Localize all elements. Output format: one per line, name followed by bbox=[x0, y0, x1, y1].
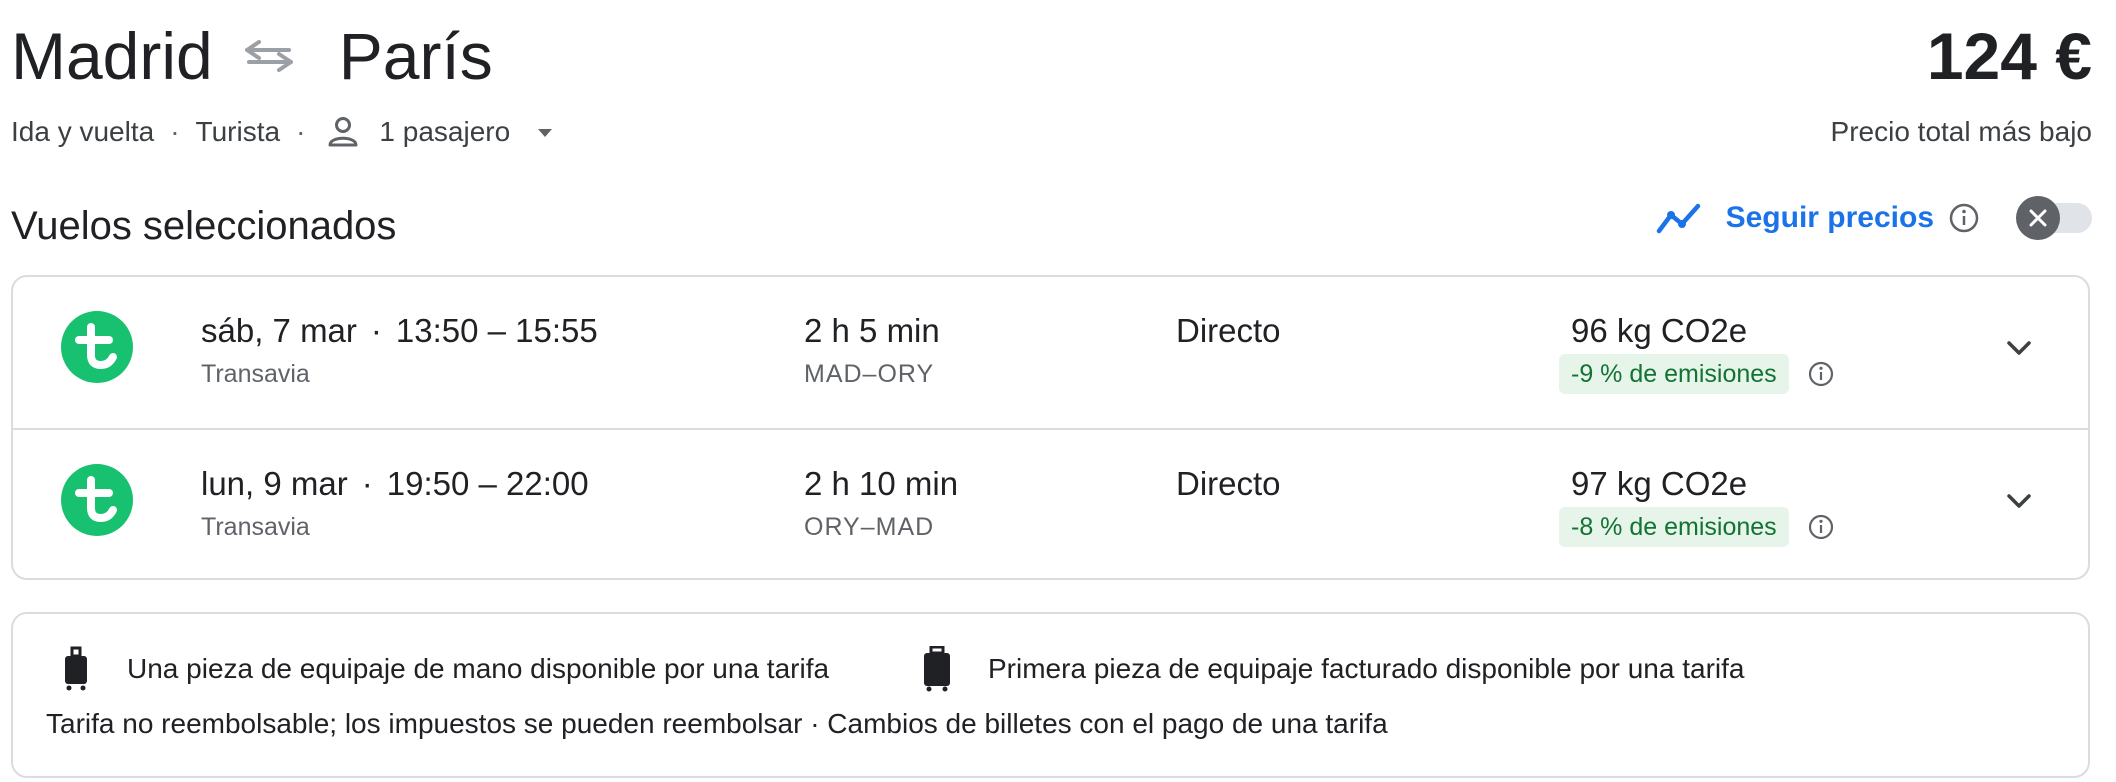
passengers-dropdown[interactable]: 1 pasajero bbox=[321, 114, 560, 150]
separator-dot: · bbox=[170, 116, 180, 147]
toggle-knob bbox=[2016, 196, 2060, 240]
transavia-logo-icon bbox=[61, 464, 133, 536]
info-icon[interactable] bbox=[1807, 360, 1835, 388]
trip-options: Ida y vuelta · Turista · 1 pasajero bbox=[11, 114, 560, 150]
emissions-badge: -8 % de emisiones bbox=[1559, 507, 1789, 547]
flight-route: MAD–ORY bbox=[804, 360, 935, 388]
flight-row[interactable]: sáb, 7 mar · 13:50 – 15:55 Transavia 2 h 5… bbox=[13, 277, 2088, 428]
flight-duration: 2 h 5 min bbox=[804, 312, 940, 349]
flight-duration: 2 h 10 min bbox=[804, 465, 959, 502]
flight-stops: Directo bbox=[1176, 312, 1281, 349]
passenger-count: 1 pasajero bbox=[379, 116, 511, 147]
info-icon[interactable] bbox=[1807, 513, 1835, 541]
cabin-class: Turista bbox=[195, 116, 281, 147]
price-label: Precio total más bajo bbox=[1830, 116, 2092, 147]
trip-type: Ida y vuelta bbox=[11, 116, 155, 147]
section-title: Vuelos seleccionados bbox=[11, 204, 397, 248]
flight-summary-page: Madrid París 124 € Precio total más bajo… bbox=[0, 0, 2116, 782]
trend-line-icon bbox=[1656, 203, 1700, 234]
track-prices-link[interactable]: Seguir precios bbox=[1726, 201, 1934, 235]
co2-emissions: 96 kg CO2e bbox=[1571, 312, 1748, 349]
swap-arrows-icon bbox=[244, 40, 293, 72]
checked-bag-icon bbox=[924, 646, 950, 692]
route-title: Madrid París bbox=[11, 18, 493, 94]
carry-on-info: Una pieza de equipaje de mano disponible… bbox=[57, 646, 829, 692]
airline-name: Transavia bbox=[201, 360, 310, 388]
carry-on-bag-icon bbox=[65, 646, 87, 691]
flight-route: ORY–MAD bbox=[804, 513, 935, 541]
co2-emissions: 97 kg CO2e bbox=[1571, 465, 1748, 502]
flight-datetime: lun, 9 mar · 19:50 – 22:00 bbox=[201, 465, 589, 502]
baggage-info-card: Una pieza de equipaje de mano disponible… bbox=[11, 612, 2090, 778]
flight-times: 13:50 – 15:55 bbox=[395, 312, 598, 349]
flight-datetime: sáb, 7 mar · 13:50 – 15:55 bbox=[201, 312, 598, 349]
chevron-down-icon[interactable] bbox=[2001, 330, 2037, 366]
price-tracking: Seguir precios bbox=[1656, 196, 2092, 240]
destination-city: París bbox=[338, 19, 493, 93]
origin-city: Madrid bbox=[11, 19, 213, 93]
emissions-badge: -9 % de emisiones bbox=[1559, 354, 1789, 394]
track-prices-toggle[interactable] bbox=[2016, 196, 2092, 240]
flight-times: 19:50 – 22:00 bbox=[386, 465, 589, 502]
caret-down-icon bbox=[538, 129, 553, 137]
fare-conditions: Tarifa no reembolsable; los impuestos se… bbox=[46, 708, 1388, 739]
flight-date: lun, 9 mar bbox=[201, 465, 348, 502]
info-icon[interactable] bbox=[1948, 202, 1980, 234]
airline-name: Transavia bbox=[201, 513, 310, 541]
selected-flights-card: sáb, 7 mar · 13:50 – 15:55 Transavia 2 h 5… bbox=[11, 275, 2090, 580]
carry-on-text: Una pieza de equipaje de mano disponible… bbox=[127, 653, 830, 684]
flight-row[interactable]: lun, 9 mar · 19:50 – 22:00 Transavia 2 h 1… bbox=[13, 430, 2088, 581]
flight-date: sáb, 7 mar bbox=[201, 312, 357, 349]
total-price: 124 € bbox=[1926, 19, 2092, 93]
separator-dot: · bbox=[296, 116, 306, 147]
person-icon bbox=[328, 117, 358, 147]
chevron-down-icon[interactable] bbox=[2001, 483, 2037, 519]
transavia-logo-icon bbox=[61, 311, 133, 383]
flight-stops: Directo bbox=[1176, 465, 1281, 502]
close-icon bbox=[2029, 209, 2047, 227]
checked-bag-info: Primera pieza de equipaje facturado disp… bbox=[918, 646, 1744, 692]
checked-bag-text: Primera pieza de equipaje facturado disp… bbox=[988, 653, 1745, 684]
